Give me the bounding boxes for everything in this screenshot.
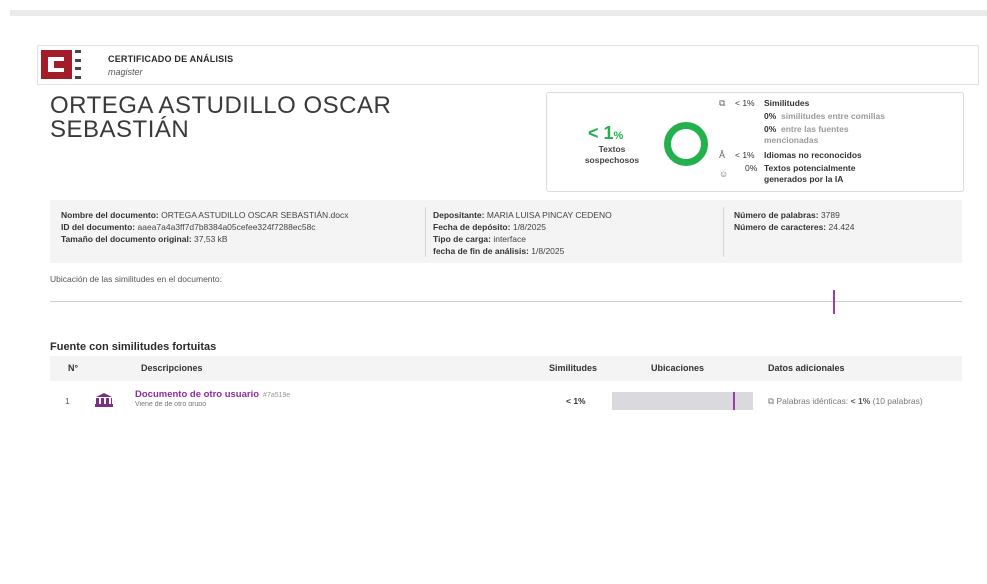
certificate-subtitle: magister xyxy=(108,67,143,77)
column-header-descripciones: Descripciones xyxy=(141,363,203,373)
row-number: 1 xyxy=(65,396,70,406)
table-row[interactable]: 1 Documento de otro usuario #7a519e Viene… xyxy=(50,386,962,416)
copy-icon: ⧉ xyxy=(768,396,775,406)
indicator-ia: ☺ 0% Textos potencialmente generados por… xyxy=(719,163,856,184)
metadata-deposit: Depositante: MARIA LUISA PINCAY CEDENO F… xyxy=(433,210,612,256)
certificate-title: CERTIFICADO DE ANÁLISIS xyxy=(108,54,234,64)
institution-icon xyxy=(95,393,113,407)
document-metadata: Nombre del documento: ORTEGA ASTUDILLO O… xyxy=(50,200,962,263)
suspicious-percent: < 1% xyxy=(588,123,624,143)
similarity-summary: < 1% Textos sospechosos ⧉ < 1% Similitude… xyxy=(546,92,964,192)
metadata-divider xyxy=(425,207,426,257)
indicator-entre-comillas: 0% similitudes entre comillas xyxy=(764,111,885,121)
robot-icon: ☺ xyxy=(719,169,729,179)
location-marker[interactable] xyxy=(833,290,835,314)
copy-icon: ⧉ xyxy=(719,98,726,108)
column-header-ubicaciones: Ubicaciones xyxy=(651,363,705,373)
language-icon: Å xyxy=(719,150,726,160)
cnet-logo-icon xyxy=(41,50,72,79)
column-header-num: N° xyxy=(68,363,79,373)
author-name: ORTEGA ASTUDILLO OSCAR SEBASTIÁN xyxy=(50,92,392,143)
metadata-document: Nombre del documento: ORTEGA ASTUDILLO O… xyxy=(61,210,349,244)
sources-title: Fuente con similitudes fortuitas xyxy=(50,341,217,353)
indicator-similitudes: ⧉ < 1% Similitudes xyxy=(719,98,810,108)
indicator-fuentes-mencionadas: 0% entre las fuentes mencionadas xyxy=(764,124,849,145)
metadata-counts: Número de palabras: 3789 Número de carac… xyxy=(734,210,855,232)
location-track xyxy=(50,301,962,302)
location-label: Ubicación de las similitudes en el docum… xyxy=(50,274,222,284)
logo-lettering xyxy=(75,50,81,79)
certificate-header: CERTIFICADO DE ANÁLISIS magister xyxy=(37,45,979,85)
source-location-marker[interactable] xyxy=(733,392,735,410)
source-subtitle: Viene de de otro grupo xyxy=(135,401,207,406)
metadata-divider xyxy=(723,207,724,257)
indicator-idiomas: Å < 1% Idiomas no reconocidos xyxy=(719,150,862,160)
similarity-ring-chart xyxy=(664,122,708,166)
source-title-link[interactable]: Documento de otro usuario #7a519e xyxy=(135,389,290,400)
sources-table-header: N° Descripciones Similitudes Ubicaciones… xyxy=(50,356,962,381)
source-location-bar[interactable] xyxy=(612,392,753,410)
source-extra-data: ⧉ Palabras idénticas: < 1% (10 palabras) xyxy=(768,396,923,406)
suspicious-label: Textos sospechosos xyxy=(584,144,640,165)
column-header-datos: Datos adicionales xyxy=(768,363,845,373)
source-similarity: < 1% xyxy=(566,396,586,406)
top-bar xyxy=(10,10,987,16)
column-header-similitudes: Similitudes xyxy=(549,363,598,373)
